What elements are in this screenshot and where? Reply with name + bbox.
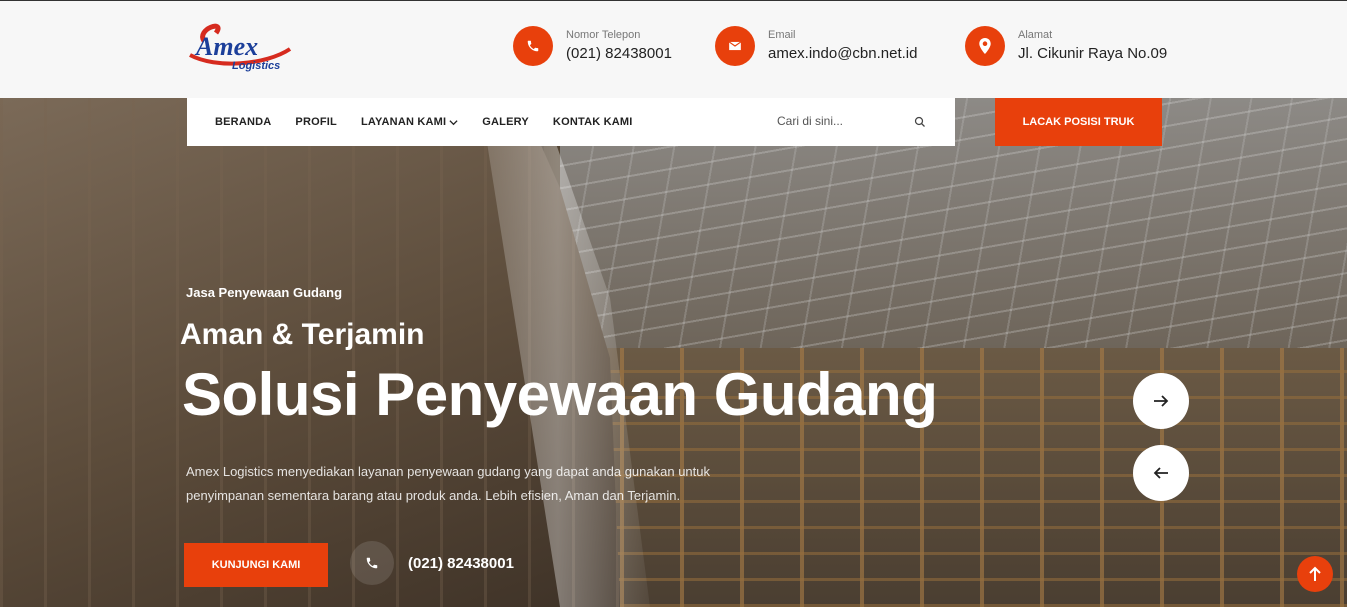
arrow-right-icon [1154,395,1169,407]
chevron-down-icon [449,119,458,125]
contact-phone[interactable]: Nomor Telepon (021) 82438001 [513,25,672,67]
location-pin-icon [965,26,1005,66]
search-input[interactable]: Cari di sini... [777,114,843,128]
scroll-to-top-button[interactable] [1297,556,1333,592]
phone-icon[interactable] [350,541,394,585]
logo-text-main: Amex [194,32,258,61]
hero-title: Solusi Penyewaan Gudang [182,361,938,428]
nav-item-layanan-kami[interactable]: LAYANAN KAMI [361,116,458,128]
logo-text-sub: Logistics [232,60,280,72]
contact-email-label: Email [768,29,796,41]
main-navigation: BERANDA PROFIL LAYANAN KAMI GALERY KONTA… [187,98,955,146]
slider-prev-button[interactable] [1133,445,1189,501]
top-header: Amex Logistics Nomor Telepon (021) 82438… [0,0,1347,98]
email-icon [715,26,755,66]
slider-next-button[interactable] [1133,373,1189,429]
hero-phone-number[interactable]: (021) 82438001 [408,555,514,572]
contact-email-value: amex.indo@cbn.net.id [768,45,918,62]
nav-item-layanan-kami-label: LAYANAN KAMI [360,116,447,128]
contact-email[interactable]: Email amex.indo@cbn.net.id [715,25,917,67]
arrow-up-icon [1309,566,1321,581]
contact-address[interactable]: Alamat Jl. Cikunir Raya No.09 [965,25,1167,67]
contact-phone-label: Nomor Telepon [566,29,641,41]
contact-address-value: Jl. Cikunir Raya No.09 [1018,45,1168,62]
hero-description-line-2: penyimpanan sementara barang atau produk… [186,488,681,503]
arrow-left-icon [1153,467,1168,479]
hero-description: Amex Logistics menyediakan layanan penye… [186,460,786,508]
hero-eyebrow: Jasa Penyewaan Gudang [186,285,343,300]
nav-item-profil[interactable]: PROFIL [295,116,337,128]
nav-item-kontak-kami[interactable]: KONTAK KAMI [553,116,633,128]
brand-logo[interactable]: Amex Logistics [186,19,296,75]
nav-item-beranda[interactable]: BERANDA [215,116,271,128]
hero-description-line-1: Amex Logistics menyediakan layanan penye… [186,464,710,479]
hero-subtitle: Aman & Terjamin [180,318,425,351]
phone-icon [513,26,553,66]
contact-address-label: Alamat [1018,29,1053,41]
hero-slider [0,98,1347,607]
contact-phone-value: (021) 82438001 [566,45,672,62]
nav-item-galery[interactable]: GALERY [482,116,529,128]
visit-us-button[interactable]: KUNJUNGI KAMI [184,543,328,587]
track-truck-button[interactable]: LACAK POSISI TRUK [995,98,1162,146]
search-icon[interactable] [914,115,926,133]
